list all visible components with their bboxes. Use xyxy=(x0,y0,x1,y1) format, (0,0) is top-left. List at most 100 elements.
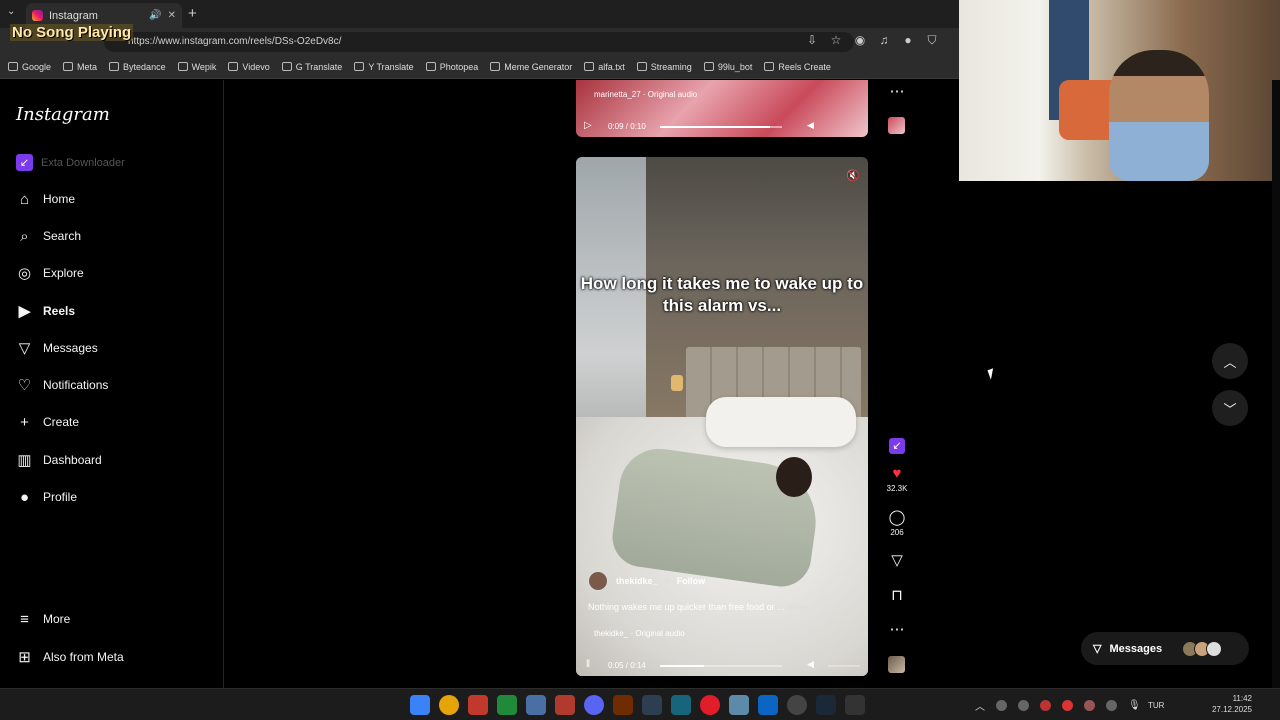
volume-slider[interactable] xyxy=(828,665,860,667)
app-gray-icon[interactable] xyxy=(787,695,807,715)
follow-button[interactable]: Follow xyxy=(677,576,706,586)
prev-more-options-icon[interactable]: ⋯ xyxy=(884,82,910,100)
home-icon: ⌂ xyxy=(19,190,30,208)
bookmark-reels-create[interactable]: Reels Create xyxy=(764,62,831,72)
app-dark-icon[interactable] xyxy=(642,695,662,715)
webcam-overlay xyxy=(959,0,1280,181)
sidebar-item-messages[interactable]: ▽ Messages xyxy=(16,337,98,359)
sidebar-item-more[interactable]: ≡ More xyxy=(16,608,70,630)
muted-icon[interactable]: 🔇 xyxy=(846,169,860,182)
tray-app-icon[interactable] xyxy=(996,700,1007,711)
illustrator-icon[interactable] xyxy=(613,695,633,715)
new-tab-button[interactable]: + xyxy=(188,5,197,22)
star-icon[interactable]: ☆ xyxy=(829,33,843,48)
app-blue-icon[interactable] xyxy=(526,695,546,715)
sidebar-item-also-from-meta[interactable]: ⊞ Also from Meta xyxy=(16,646,124,668)
save-icon[interactable]: ⊓ xyxy=(884,586,910,604)
app-green-icon[interactable] xyxy=(497,695,517,715)
more-link[interactable]: more xyxy=(787,602,808,612)
filezilla-icon[interactable] xyxy=(555,695,575,715)
bookmark-photopea[interactable]: Photopea xyxy=(425,62,478,72)
audio-thumbnail[interactable] xyxy=(888,656,905,673)
bookmark-meta[interactable]: Meta xyxy=(63,62,97,72)
instagram-logo[interactable]: Instagram xyxy=(16,104,110,125)
message-avatars xyxy=(1182,640,1223,657)
share-icon[interactable]: ▽ xyxy=(884,551,910,569)
sidebar-item-reels[interactable]: ▶ Reels xyxy=(16,300,75,322)
mouse-cursor xyxy=(987,368,997,380)
sidebar-item-notifications[interactable]: ♡ Notifications xyxy=(16,374,109,396)
pause-icon[interactable]: ‖ xyxy=(586,659,590,670)
windows-start-icon[interactable] xyxy=(410,695,430,715)
bookmark-videvo[interactable]: Videvo xyxy=(228,62,270,72)
bookmark-google[interactable]: Google xyxy=(8,62,51,72)
audio-extension-icon[interactable]: ♫ xyxy=(877,33,891,48)
current-reel[interactable]: 🔇 How long it takes me to wake up to thi… xyxy=(576,157,868,676)
messages-pill[interactable]: ▽ Messages xyxy=(1081,632,1249,665)
reel-progress[interactable] xyxy=(660,665,782,667)
next-reel-button[interactable]: ﹀ xyxy=(1212,390,1248,426)
like-button[interactable]: ♥ 32.3K xyxy=(884,465,910,493)
bookmark-wepik[interactable]: Wepik xyxy=(177,62,216,72)
bookmark-meme-generator[interactable]: Meme Generator xyxy=(490,62,572,72)
url-field[interactable]: https://www.instagram.com/reels/DSs-O2eD… xyxy=(104,32,854,52)
bookmark-alfa[interactable]: alfa.txt xyxy=(584,62,625,72)
chrome-icon[interactable] xyxy=(439,695,459,715)
previous-reel[interactable]: marinetta_27 · Original audio ▷ 0:09 / 0… xyxy=(576,80,868,137)
reels-icon: ▶ xyxy=(18,303,31,320)
sidebar-item-search[interactable]: ⌕ Search xyxy=(16,225,81,247)
app-blue2-icon[interactable] xyxy=(758,695,778,715)
shield-icon[interactable]: ⛉ xyxy=(925,33,939,48)
tray-app-icon[interactable] xyxy=(1106,700,1117,711)
tray-app-icon[interactable] xyxy=(1062,700,1073,711)
sidebar-item-explore[interactable]: ◎ Explore xyxy=(16,262,84,284)
author-username[interactable]: thekidke_ xyxy=(616,576,658,586)
tray-steam-icon[interactable] xyxy=(1018,700,1029,711)
sidebar-item-create[interactable]: + Create xyxy=(16,411,79,433)
play-icon[interactable]: ▷ xyxy=(584,120,592,131)
discord-icon[interactable] xyxy=(584,695,604,715)
steam-icon[interactable] xyxy=(816,695,836,715)
tray-app-icon[interactable] xyxy=(1084,700,1095,711)
install-app-icon[interactable]: ⇩ xyxy=(805,33,819,48)
chevron-up-icon: ︿ xyxy=(1223,354,1237,370)
exta-download-icon[interactable]: ↙ xyxy=(884,436,910,454)
taskbar-apps xyxy=(410,695,865,715)
profile-extension-icon[interactable]: ● xyxy=(901,33,915,48)
app-misc-icon[interactable] xyxy=(845,695,865,715)
page-scrollbar[interactable] xyxy=(1272,80,1280,688)
folder-icon[interactable] xyxy=(729,695,749,715)
prev-reel-time: 0:09 / 0:10 xyxy=(608,122,646,131)
comment-button[interactable]: ◯ 206 xyxy=(884,508,910,537)
vivaldi-icon[interactable] xyxy=(468,695,488,715)
volume-icon[interactable]: ◀ xyxy=(807,659,814,670)
bookmark-y-translate[interactable]: Y Translate xyxy=(354,62,414,72)
bookmark-g-translate[interactable]: G Translate xyxy=(281,62,342,72)
prev-reel-audio[interactable]: marinetta_27 · Original audio xyxy=(594,90,697,99)
clock[interactable]: 11:42 27.12.2025 xyxy=(1210,693,1252,715)
tray-app-icon[interactable] xyxy=(1040,700,1051,711)
prev-audio-thumbnail[interactable] xyxy=(888,117,905,134)
sidebar-item-home[interactable]: ⌂ Home xyxy=(16,188,75,210)
bookmark-bytedance[interactable]: Bytedance xyxy=(109,62,166,72)
record-icon[interactable] xyxy=(700,695,720,715)
bookmark-streaming[interactable]: Streaming xyxy=(636,62,692,72)
extension-icon[interactable]: ◉ xyxy=(853,33,867,48)
bookmark-99lu-bot[interactable]: 99lu_bot xyxy=(703,62,752,72)
more-options-icon[interactable]: ⋯ xyxy=(884,620,910,638)
microphone-icon[interactable]: 🎙 xyxy=(1128,700,1141,711)
previous-reel-button[interactable]: ︿ xyxy=(1212,343,1248,379)
speaker-icon[interactable]: 🔊 xyxy=(149,10,161,21)
prev-reel-progress[interactable] xyxy=(660,126,782,128)
sidebar-item-dashboard[interactable]: ▥ Dashboard xyxy=(16,449,101,471)
close-tab-icon[interactable]: ✕ xyxy=(168,10,176,21)
mute-icon[interactable]: ◀ xyxy=(807,120,814,131)
sidebar-item-profile[interactable]: ● Profile xyxy=(16,486,77,508)
tray-chevron-icon[interactable]: ︿ xyxy=(975,698,985,713)
app-teal-icon[interactable] xyxy=(671,695,691,715)
exta-downloader-item[interactable]: ↙ Exta Downloader xyxy=(16,154,125,171)
tab-list-chevron-icon[interactable]: ⌄ xyxy=(7,6,15,17)
author-avatar[interactable] xyxy=(588,571,608,591)
reel-audio[interactable]: thekidke_ · Original audio xyxy=(594,629,685,638)
language-indicator[interactable]: TUR xyxy=(1148,701,1164,710)
